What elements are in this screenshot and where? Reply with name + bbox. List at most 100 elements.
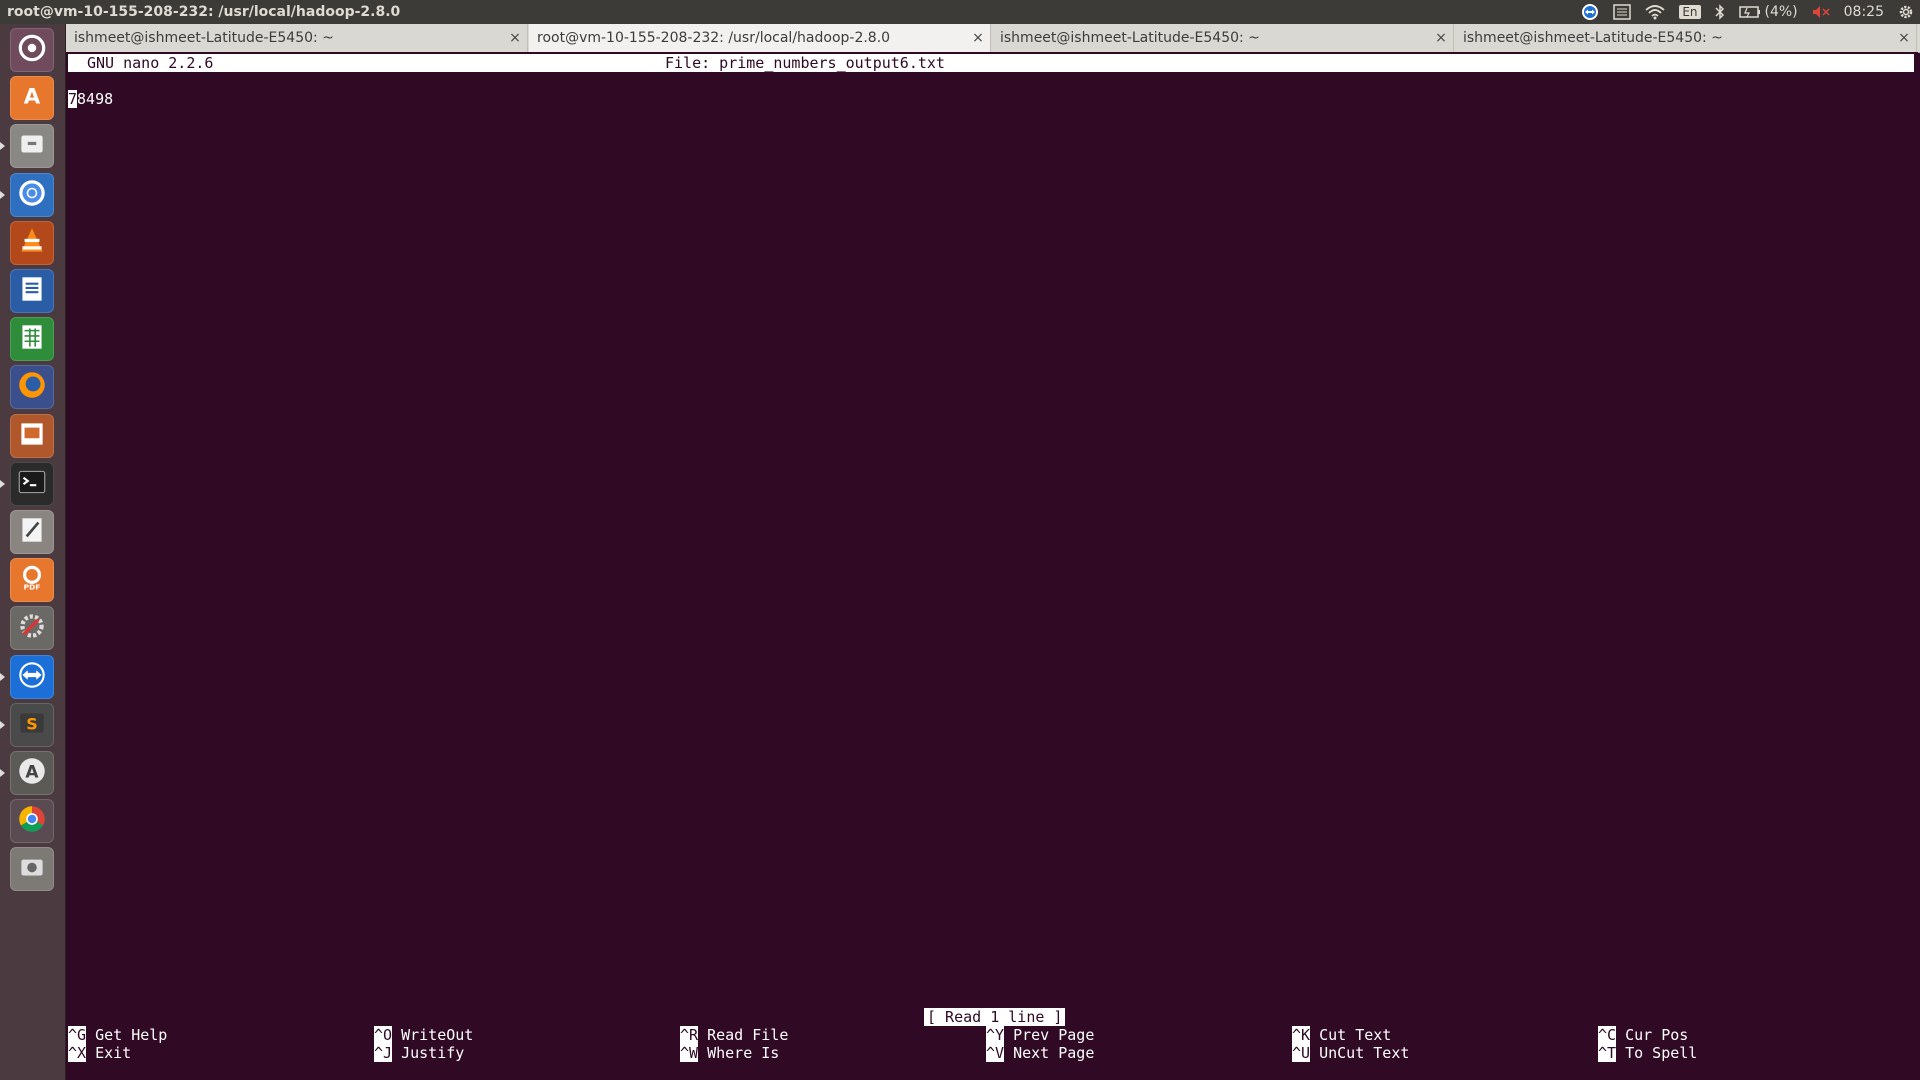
keyboard-menu-icon[interactable] [1613, 4, 1632, 20]
running-indicator [0, 190, 5, 199]
launcher-item[interactable] [10, 413, 54, 458]
software-center-icon: A [15, 79, 49, 117]
close-icon[interactable]: × [1892, 30, 1916, 46]
sublime-text-icon: S [15, 706, 49, 744]
launcher-item[interactable] [10, 510, 54, 554]
firefox-icon [15, 368, 49, 406]
nano-shortcut: ^K Cut Text [1292, 1026, 1391, 1044]
writer-icon [15, 272, 49, 310]
dash-home-icon [15, 31, 49, 69]
nano-shortcut: ^U UnCut Text [1292, 1044, 1409, 1062]
launcher-item[interactable] [10, 220, 54, 265]
files-icon [15, 127, 49, 165]
clock[interactable]: 08:25 [1844, 4, 1884, 20]
text-cursor: 7 [68, 90, 78, 108]
keyboard-layout-indicator[interactable]: En [1679, 5, 1701, 19]
launcher-item[interactable] [10, 365, 54, 410]
shortcut-label: Justify [401, 1044, 465, 1062]
shortcut-key: ^R [680, 1026, 699, 1044]
tab-2[interactable]: root@vm-10-155-208-232: /usr/local/hadoo… [529, 24, 991, 52]
teamviewer-tray-icon[interactable] [1581, 3, 1599, 21]
shortcut-label: Where Is [707, 1044, 780, 1062]
shortcut-key: ^O [374, 1026, 393, 1044]
close-icon[interactable]: × [966, 30, 990, 46]
shortcut-key: ^V [986, 1044, 1005, 1062]
nano-shortcut: ^R Read File [680, 1026, 788, 1044]
launcher-item[interactable]: A [10, 751, 54, 795]
nano-shortcut: ^W Where Is [680, 1044, 779, 1062]
nano-shortcut: ^Y Prev Page [986, 1026, 1094, 1044]
volume-muted-icon[interactable] [1812, 5, 1830, 19]
launcher-item[interactable] [10, 461, 54, 506]
tab-label: ishmeet@ishmeet-Latitude-E5450: ~ [1000, 30, 1260, 46]
launcher-item[interactable]: S [10, 702, 54, 747]
launcher-item[interactable] [10, 654, 54, 699]
close-icon[interactable]: × [503, 30, 527, 46]
running-indicator [0, 769, 5, 777]
running-indicator [0, 720, 5, 729]
svg-text:PDF: PDF [24, 583, 41, 592]
tab-label: ishmeet@ishmeet-Latitude-E5450: ~ [74, 30, 334, 46]
impress-icon [15, 417, 49, 455]
launcher-item[interactable] [10, 172, 54, 217]
launcher-item[interactable] [10, 28, 54, 72]
shortcut-key: ^Y [986, 1026, 1005, 1044]
tab-3[interactable]: ishmeet@ishmeet-Latitude-E5450: ~ × [992, 24, 1454, 52]
chrome-icon [15, 802, 49, 840]
launcher-item[interactable] [10, 269, 54, 313]
chromium-icon [15, 176, 49, 214]
launcher-item[interactable] [10, 606, 54, 651]
file-content-text: 8498 [77, 90, 114, 108]
launcher-item[interactable] [10, 847, 54, 892]
nano-shortcut-bar: ^G Get Help ^O WriteOut ^R Read File ^Y Pre… [68, 1026, 1908, 1066]
close-icon[interactable]: × [1429, 30, 1453, 46]
launcher-item[interactable]: PDF [10, 558, 54, 603]
calc-icon [15, 320, 49, 358]
launcher-item[interactable] [10, 317, 54, 362]
nano-status-message: [ Read 1 line ] [924, 1008, 1066, 1026]
running-indicator [0, 672, 5, 681]
launcher-item[interactable] [10, 124, 54, 169]
screenshot-icon [15, 850, 49, 888]
terminal-tab-bar: ishmeet@ishmeet-Latitude-E5450: ~ × root… [66, 24, 1920, 53]
running-indicator [0, 479, 5, 488]
shortcut-key: ^U [1292, 1044, 1311, 1062]
tab-label: root@vm-10-155-208-232: /usr/local/hadoo… [537, 30, 891, 46]
teamviewer-icon [15, 658, 49, 696]
shortcut-key: ^T [1598, 1044, 1617, 1062]
launcher: A PDF S A [0, 24, 66, 1080]
svg-text:A: A [24, 85, 41, 110]
nano-shortcut: ^J Justify [374, 1044, 464, 1062]
shortcut-key: ^G [68, 1026, 87, 1044]
svg-text:S: S [26, 714, 37, 733]
battery-indicator[interactable]: (4%) [1738, 4, 1798, 20]
nano-shortcut: ^T To Spell [1598, 1044, 1697, 1062]
shortcut-key: ^C [1598, 1026, 1617, 1044]
vlc-icon [15, 224, 49, 262]
launcher-item[interactable]: A [10, 76, 54, 121]
tab-4[interactable]: ishmeet@ishmeet-Latitude-E5450: ~ × [1455, 24, 1917, 52]
tab-label: ishmeet@ishmeet-Latitude-E5450: ~ [1463, 30, 1723, 46]
nano-file-name: File: prime_numbers_output6.txt [665, 54, 945, 72]
bluetooth-icon[interactable] [1714, 4, 1725, 20]
nano-version: GNU nano 2.2.6 [87, 54, 214, 72]
nano-title-bar: GNU nano 2.2.6 File: prime_numbers_outpu… [68, 54, 1914, 72]
pdf-editor-icon: PDF [15, 561, 49, 599]
gear-icon[interactable] [1898, 4, 1914, 20]
nano-shortcut: ^G Get Help [68, 1026, 167, 1044]
system-settings-icon [15, 609, 49, 647]
shortcut-label: Read File [707, 1026, 789, 1044]
shortcut-label: WriteOut [401, 1026, 474, 1044]
terminal-area[interactable]: GNU nano 2.2.6 File: prime_numbers_outpu… [66, 52, 1918, 1080]
shortcut-key: ^J [374, 1044, 393, 1062]
file-content-line[interactable]: 78498 [68, 90, 113, 108]
tab-1[interactable]: ishmeet@ishmeet-Latitude-E5450: ~ × [66, 24, 528, 52]
launcher-item[interactable] [10, 799, 54, 844]
wifi-icon[interactable] [1645, 4, 1665, 20]
shortcut-label: Get Help [95, 1026, 168, 1044]
nano-shortcut: ^V Next Page [986, 1044, 1094, 1062]
text-editor-icon [15, 513, 49, 551]
shortcut-label: Exit [95, 1044, 132, 1062]
battery-icon [1738, 6, 1760, 18]
shortcut-label: UnCut Text [1319, 1044, 1410, 1062]
